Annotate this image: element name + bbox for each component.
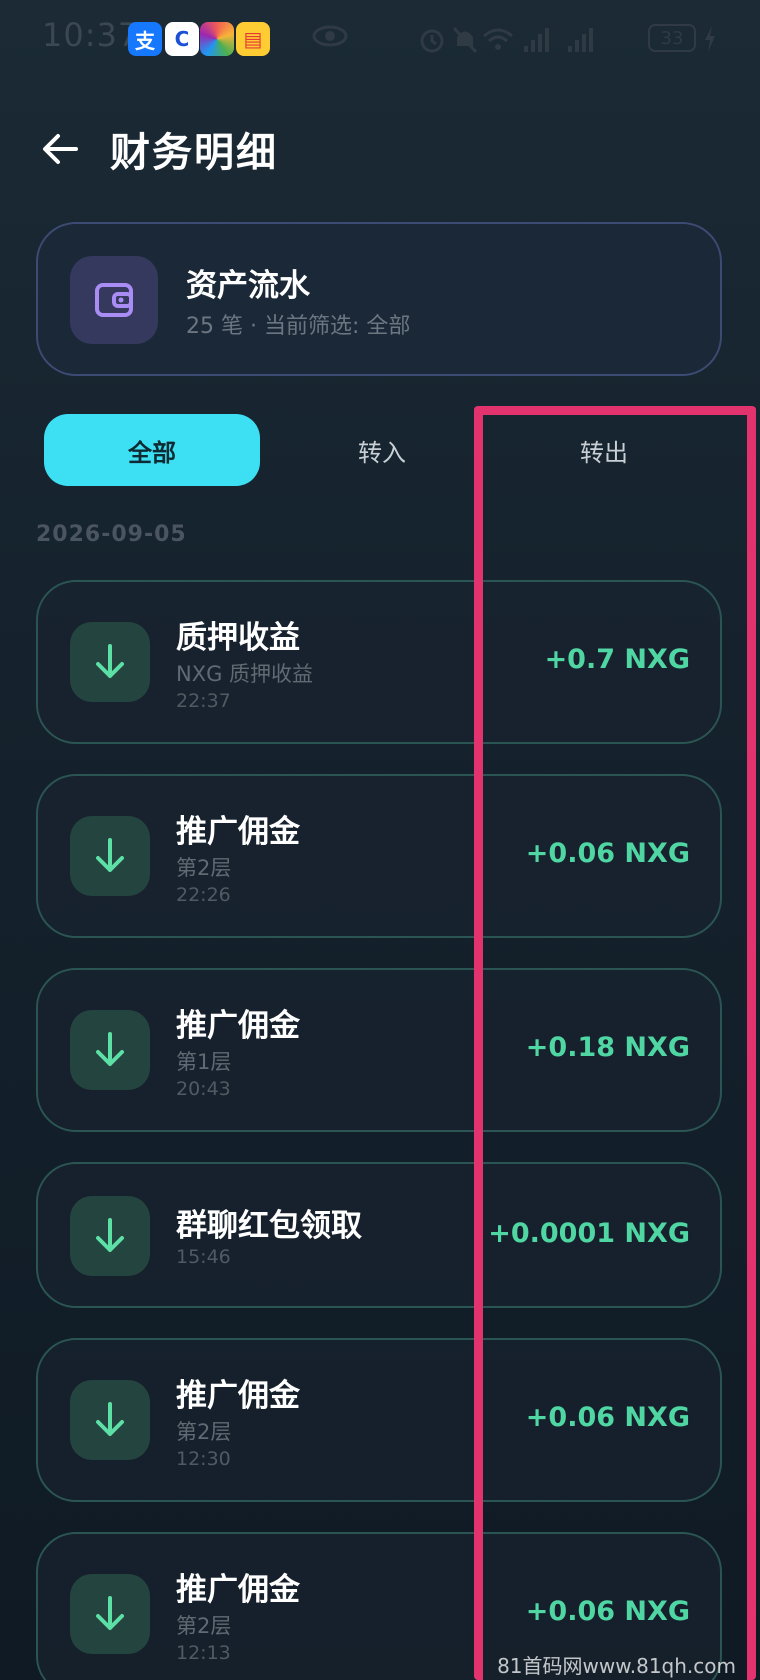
transaction-title: 推广佣金 bbox=[176, 814, 300, 850]
summary-subtitle: 25 笔 · 当前筛选: 全部 bbox=[186, 314, 411, 339]
transaction-title: 推广佣金 bbox=[176, 1572, 300, 1608]
arrow-left-icon[interactable] bbox=[40, 128, 82, 170]
date-group-label: 2026-09-05 bbox=[36, 522, 187, 547]
transaction-time: 15:46 bbox=[176, 1246, 231, 1268]
transaction-amount: +0.0001 NXG bbox=[488, 1218, 690, 1249]
c-app-icon: C bbox=[165, 22, 199, 56]
summary-card: 资产流水 25 笔 · 当前筛选: 全部 bbox=[36, 222, 722, 376]
signal-icon bbox=[524, 28, 549, 52]
transaction-subtitle: 第1层 bbox=[176, 1050, 232, 1074]
transaction-time: 12:30 bbox=[176, 1448, 231, 1470]
transaction-subtitle: 第2层 bbox=[176, 1420, 232, 1444]
transaction-title: 质押收益 bbox=[176, 620, 300, 656]
transaction-amount: +0.7 NXG bbox=[544, 644, 690, 675]
transaction-amount: +0.18 NXG bbox=[525, 1032, 690, 1063]
arrow-down-icon bbox=[70, 1380, 150, 1460]
wallet-app-icon: ▤ bbox=[236, 22, 270, 56]
filter-tabs: 全部 转入 转出 bbox=[36, 410, 748, 488]
battery-indicator: 33 bbox=[648, 24, 696, 52]
transaction-row[interactable]: 群聊红包领取 15:46 +0.0001 NXG bbox=[36, 1162, 722, 1308]
wallet-icon bbox=[70, 256, 158, 344]
eye-icon bbox=[312, 25, 348, 47]
transaction-title: 推广佣金 bbox=[176, 1008, 300, 1044]
watermark: 81首码网www.81qh.com bbox=[497, 1654, 736, 1678]
transaction-time: 22:26 bbox=[176, 884, 231, 906]
alarm-icon bbox=[420, 29, 444, 53]
transaction-row[interactable]: 推广佣金 第2层 12:30 +0.06 NXG bbox=[36, 1338, 722, 1502]
arrow-down-icon bbox=[70, 816, 150, 896]
transaction-amount: +0.06 NXG bbox=[525, 1596, 690, 1627]
photos-icon bbox=[200, 22, 234, 56]
arrow-down-icon bbox=[70, 1196, 150, 1276]
transaction-title: 推广佣金 bbox=[176, 1378, 300, 1414]
transaction-subtitle: 第2层 bbox=[176, 1614, 232, 1638]
wifi-icon bbox=[483, 28, 513, 50]
transaction-row[interactable]: 推广佣金 第2层 22:26 +0.06 NXG bbox=[36, 774, 722, 938]
arrow-down-icon bbox=[70, 622, 150, 702]
summary-title: 资产流水 bbox=[186, 268, 310, 304]
mute-icon bbox=[452, 26, 478, 54]
transaction-subtitle: NXG 质押收益 bbox=[176, 662, 314, 686]
transaction-time: 12:13 bbox=[176, 1642, 231, 1664]
arrow-down-icon bbox=[70, 1574, 150, 1654]
transaction-row[interactable]: 质押收益 NXG 质押收益 22:37 +0.7 NXG bbox=[36, 580, 722, 744]
signal-icon-2 bbox=[568, 28, 593, 52]
header: 财务明细 bbox=[0, 110, 760, 190]
tab-all[interactable]: 全部 bbox=[44, 414, 260, 486]
page-title: 财务明细 bbox=[110, 130, 278, 176]
transaction-title: 群聊红包领取 bbox=[176, 1208, 362, 1244]
status-time: 10:37 bbox=[42, 16, 140, 54]
arrow-down-icon bbox=[70, 1010, 150, 1090]
charging-icon bbox=[705, 26, 715, 52]
transaction-time: 20:43 bbox=[176, 1078, 231, 1100]
tab-transfer-out[interactable]: 转出 bbox=[496, 414, 712, 486]
transaction-time: 22:37 bbox=[176, 690, 231, 712]
transaction-row[interactable]: 推广佣金 第1层 20:43 +0.18 NXG bbox=[36, 968, 722, 1132]
status-bar: 10:37 支 C ▤ 33 bbox=[0, 0, 760, 78]
transaction-subtitle: 第2层 bbox=[176, 856, 232, 880]
transaction-amount: +0.06 NXG bbox=[525, 1402, 690, 1433]
transaction-amount: +0.06 NXG bbox=[525, 838, 690, 869]
alipay-icon: 支 bbox=[128, 22, 162, 56]
tab-transfer-in[interactable]: 转入 bbox=[274, 414, 490, 486]
